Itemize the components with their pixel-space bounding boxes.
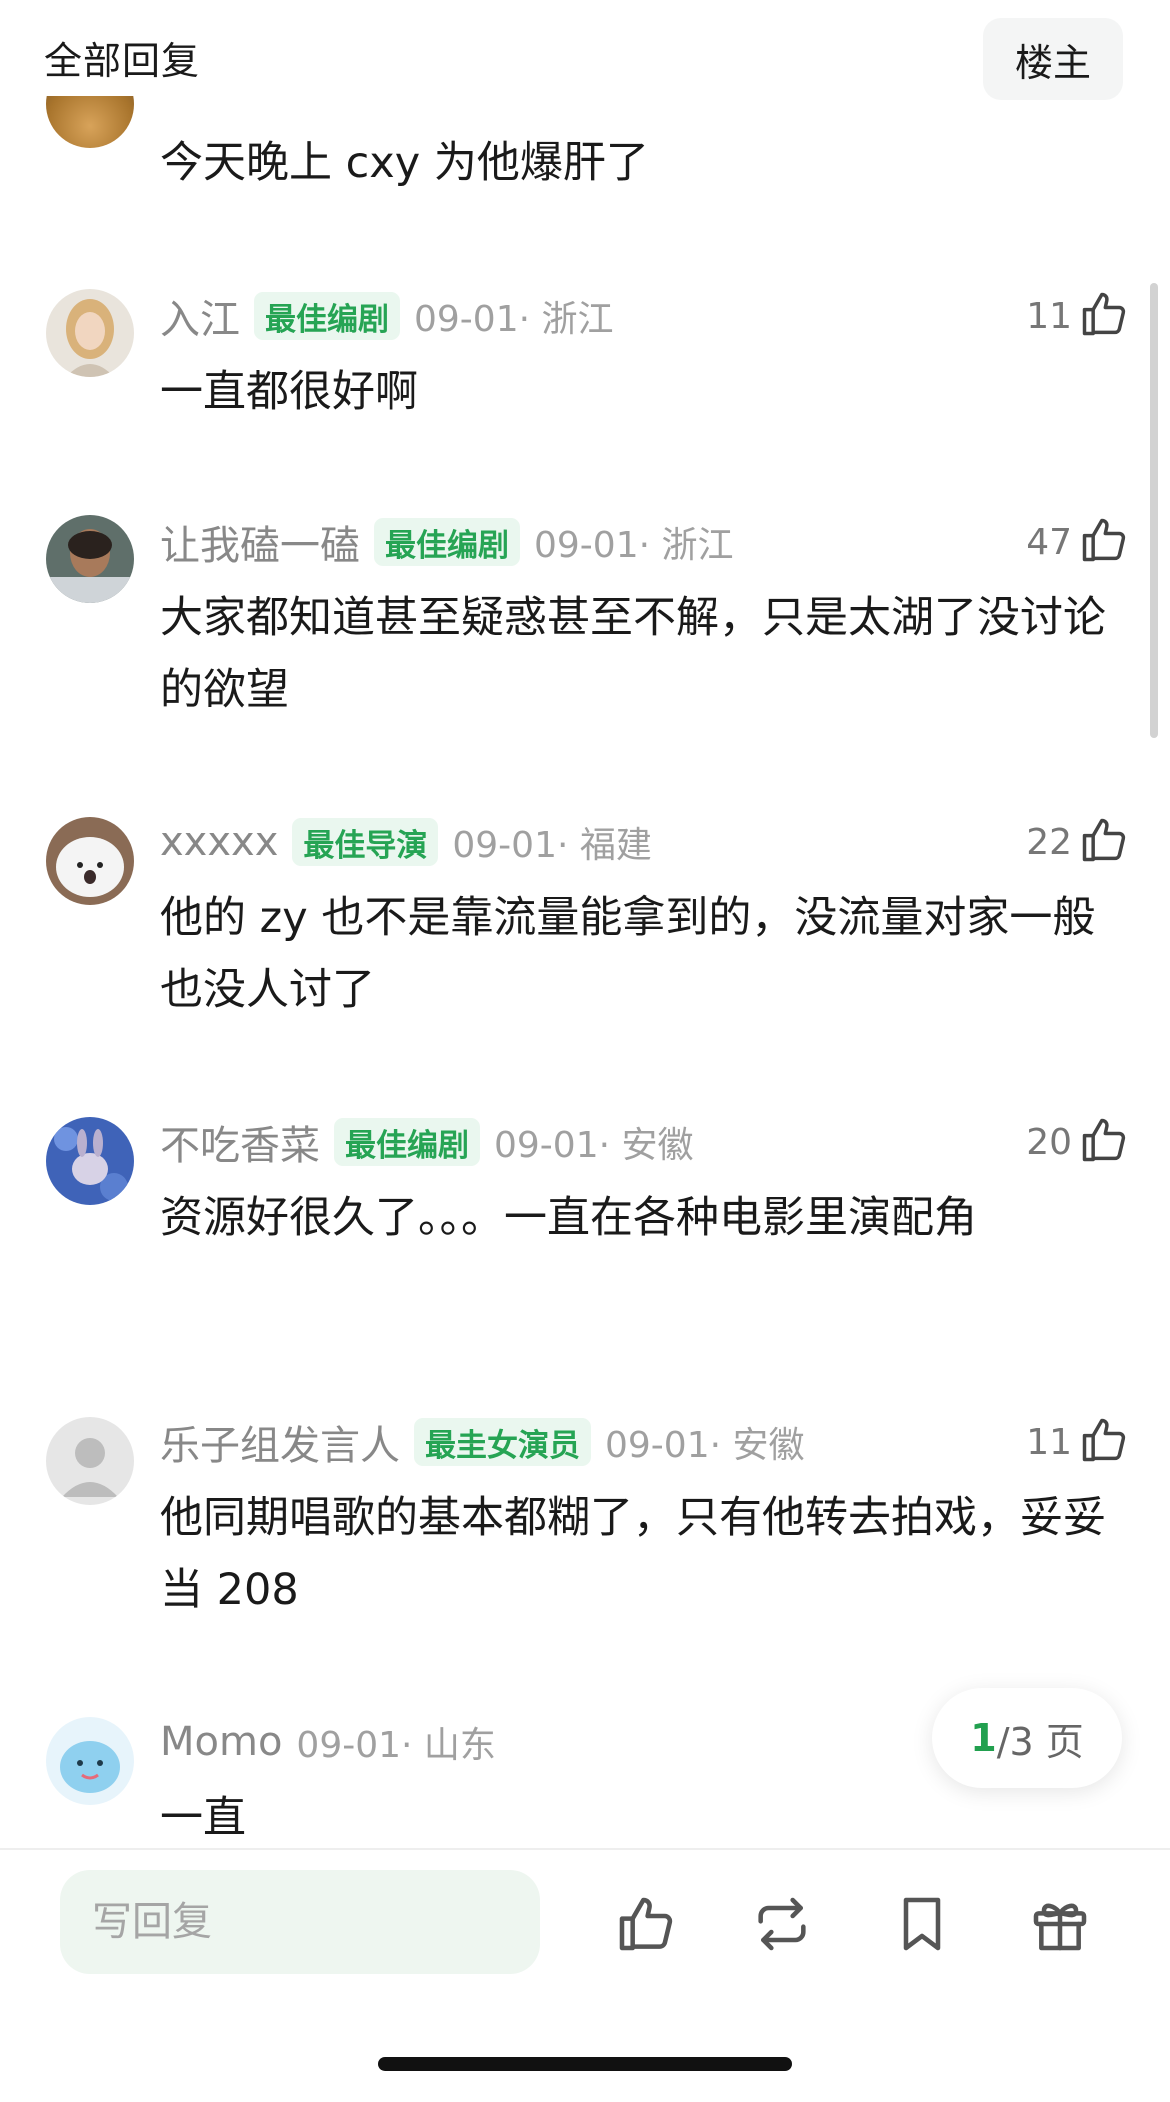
comment-date-location: 09-01· 福建 — [452, 825, 652, 866]
thumbs-up-icon — [1078, 288, 1130, 344]
like-button[interactable]: 47 — [1026, 512, 1130, 572]
comment-text: 资源好很久了。。。一直在各种电影里演配角 — [160, 1193, 977, 1243]
like-button[interactable]: 22 — [1026, 812, 1130, 872]
username[interactable]: 让我磕一磕 — [160, 513, 360, 571]
reply-input[interactable] — [60, 1870, 540, 1974]
username[interactable]: xxxxx — [160, 819, 278, 865]
avatar[interactable] — [46, 1117, 134, 1205]
scrollbar[interactable] — [1150, 283, 1158, 738]
user-badge: 最佳导演 — [292, 818, 439, 866]
owner-only-button[interactable]: 楼主 — [983, 18, 1123, 100]
repost-icon[interactable] — [750, 1892, 814, 1956]
username[interactable]: Momo — [160, 1719, 282, 1765]
comment-date-location: 09-01· 安徽 — [605, 1425, 805, 1466]
avatar[interactable] — [46, 1717, 134, 1805]
comment-text: 一直都很好啊 — [160, 367, 418, 417]
like-button[interactable]: 11 — [1026, 286, 1130, 346]
comment-text: 他同期唱歌的基本都糊了，只有他转去拍戏，妥妥当 208 — [160, 1493, 1106, 1615]
username[interactable]: 入江 — [160, 287, 240, 345]
like-count: 11 — [1026, 1421, 1072, 1463]
like-button[interactable]: 11 — [1026, 1412, 1130, 1472]
thumbs-up-icon — [1078, 1114, 1130, 1170]
thumbs-up-icon — [1078, 514, 1130, 570]
like-count: 11 — [1026, 295, 1072, 337]
page-indicator[interactable]: 1/3 页 — [932, 1688, 1122, 1788]
like-count: 20 — [1026, 1121, 1072, 1163]
avatar[interactable] — [46, 289, 134, 377]
username[interactable]: 乐子组发言人 — [160, 1413, 400, 1471]
gift-icon[interactable] — [1028, 1892, 1092, 1956]
page-total: /3 页 — [996, 1719, 1084, 1764]
avatar[interactable] — [46, 817, 134, 905]
comment-date-location: 09-01· 安徽 — [494, 1125, 694, 1166]
avatar[interactable] — [46, 1417, 134, 1505]
user-badge: 最佳编剧 — [254, 292, 400, 340]
username[interactable]: 不吃香菜 — [160, 1113, 320, 1171]
comment-date-location: 09-01· 浙江 — [414, 299, 614, 340]
comment-date-location: 09-01· 山东 — [296, 1725, 496, 1766]
like-count: 47 — [1026, 521, 1072, 563]
user-badge: 最佳编剧 — [334, 1118, 480, 1166]
comment-text: 大家都知道甚至疑惑甚至不解，只是太湖了没讨论的欲望 — [160, 593, 1106, 715]
bookmark-icon[interactable] — [890, 1892, 954, 1956]
like-count: 22 — [1026, 821, 1072, 863]
user-badge: 最圭女演员 — [414, 1418, 591, 1466]
current-page: 1 — [970, 1716, 997, 1760]
user-badge: 最佳编剧 — [374, 518, 520, 566]
thumbs-up-icon — [1078, 1414, 1130, 1470]
comment-date-location: 09-01· 浙江 — [534, 525, 734, 566]
home-indicator[interactable] — [378, 2057, 792, 2071]
avatar[interactable] — [46, 515, 134, 603]
comment-text: 一直 — [160, 1793, 246, 1843]
comment-text: 他的 zy 也不是靠流量能拿到的，没流量对家一般也没人讨了 — [160, 893, 1096, 1015]
avatar[interactable] — [46, 96, 134, 152]
thumbs-up-icon[interactable] — [614, 1892, 678, 1956]
page-title: 全部回复 — [44, 39, 201, 83]
thumbs-up-icon — [1078, 814, 1130, 870]
comment-text: 今天晚上 cxy 为他爆肝了 — [160, 138, 649, 188]
like-button[interactable]: 20 — [1026, 1112, 1130, 1172]
